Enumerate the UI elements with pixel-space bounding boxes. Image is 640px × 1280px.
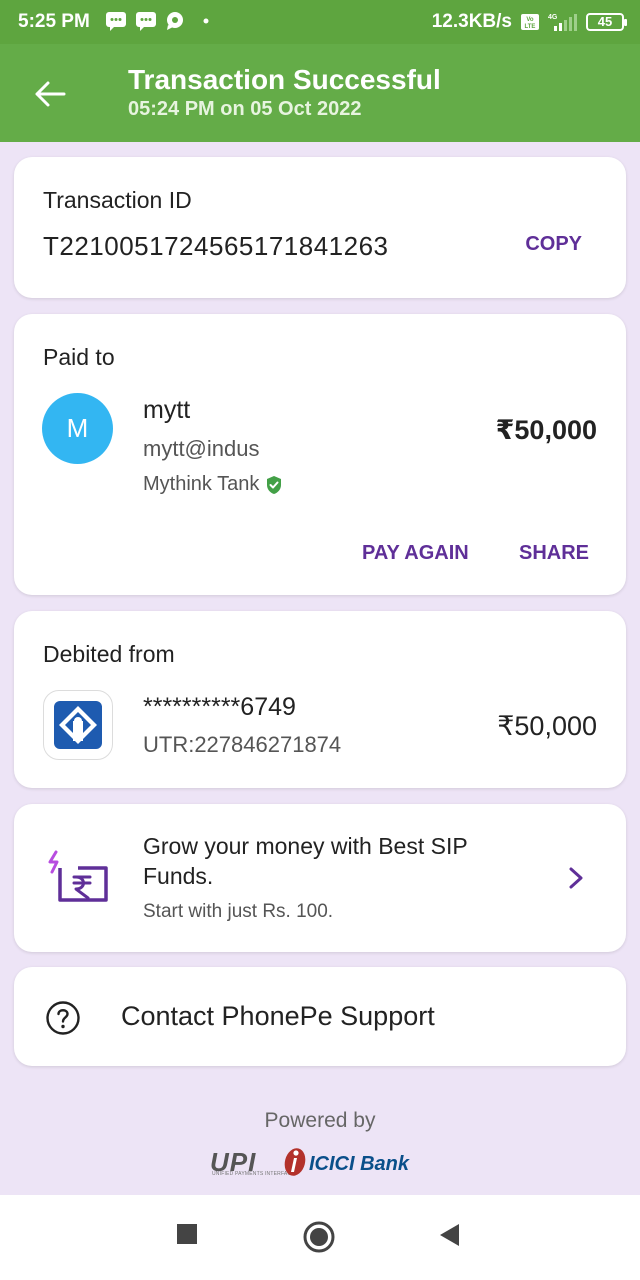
paid-amount: ₹50,000 bbox=[495, 415, 597, 445]
dot-icon bbox=[203, 18, 209, 24]
promo-title: Grow your money with Best SIP Funds. bbox=[143, 833, 468, 889]
transaction-id-label: Transaction ID bbox=[43, 187, 192, 213]
pay-again-button[interactable]: PAY AGAIN bbox=[362, 542, 469, 565]
recents-square-icon[interactable] bbox=[176, 1223, 198, 1245]
avatar: M bbox=[42, 393, 113, 464]
volte-icon: VoLTE bbox=[521, 14, 539, 30]
debited-from-card: Debited from **********6749 UTR:22784627… bbox=[14, 611, 626, 788]
utr-number: UTR:227846271874 bbox=[143, 732, 342, 757]
transaction-id-card: Transaction ID T2210051724565171841263 C… bbox=[14, 157, 626, 298]
svg-text:LTE: LTE bbox=[525, 24, 536, 30]
status-time: 5:25 PM bbox=[18, 11, 90, 32]
page-title: Transaction Successful bbox=[128, 64, 441, 95]
debited-amount: ₹50,000 bbox=[497, 711, 597, 741]
notification-icons bbox=[105, 11, 217, 31]
debited-from-label: Debited from bbox=[43, 641, 175, 667]
chat-icon bbox=[167, 12, 183, 30]
back-triangle-icon[interactable] bbox=[439, 1223, 461, 1247]
app-bar: Transaction Successful 05:24 PM on 05 Oc… bbox=[0, 44, 640, 142]
sip-promo-card[interactable]: Grow your money with Best SIP Funds. Sta… bbox=[14, 804, 626, 952]
svg-text:4G: 4G bbox=[548, 14, 558, 21]
icici-bank-logo: ICICI Bank bbox=[309, 1153, 410, 1175]
promo-subtitle: Start with just Rs. 100. bbox=[143, 901, 334, 922]
rupee-lightning-icon bbox=[48, 850, 108, 902]
payee-upi-id: mytt@indus bbox=[143, 436, 260, 461]
signal-icon: 4G bbox=[548, 14, 577, 31]
transaction-id-value: T2210051724565171841263 bbox=[43, 231, 389, 261]
bank-logo-icon bbox=[43, 690, 113, 760]
home-circle-icon[interactable] bbox=[303, 1221, 335, 1253]
svg-text:Vo: Vo bbox=[526, 17, 534, 23]
paid-to-label: Paid to bbox=[43, 344, 115, 370]
back-arrow-icon[interactable] bbox=[32, 76, 68, 112]
chevron-right-icon[interactable] bbox=[568, 866, 584, 890]
account-number: **********6749 bbox=[143, 693, 296, 721]
payee-name: mytt bbox=[143, 396, 191, 424]
payee-merchant: Mythink Tank bbox=[143, 473, 283, 496]
network-speed: 12.3KB/s bbox=[431, 11, 512, 32]
status-bar: 5:25 PM 12.3KB/s Vo LTE 4G 45 bbox=[0, 0, 640, 44]
powered-by-label: Powered by bbox=[264, 1109, 376, 1132]
copy-button[interactable]: COPY bbox=[525, 233, 582, 256]
icici-logo-icon bbox=[284, 1148, 306, 1176]
sms-icon bbox=[106, 12, 126, 31]
contact-support-label: Contact PhonePe Support bbox=[121, 1001, 435, 1031]
paid-to-card: Paid to M mytt mytt@indus Mythink Tank ₹… bbox=[14, 314, 626, 595]
share-button[interactable]: SHARE bbox=[519, 542, 589, 565]
verified-shield-icon bbox=[267, 475, 282, 494]
transaction-timestamp: 05:24 PM on 05 Oct 2022 bbox=[128, 98, 362, 120]
merchant-name: Mythink Tank bbox=[143, 473, 260, 495]
support-card[interactable]: Contact PhonePe Support bbox=[14, 967, 626, 1066]
partner-logos: UPI UNIFIED PAYMENTS INTERFACE ICICI Ban… bbox=[210, 1143, 440, 1179]
system-nav-bar bbox=[0, 1195, 640, 1280]
help-icon bbox=[46, 1001, 80, 1035]
battery-icon: 45 bbox=[586, 13, 627, 31]
sms-icon bbox=[136, 12, 156, 31]
